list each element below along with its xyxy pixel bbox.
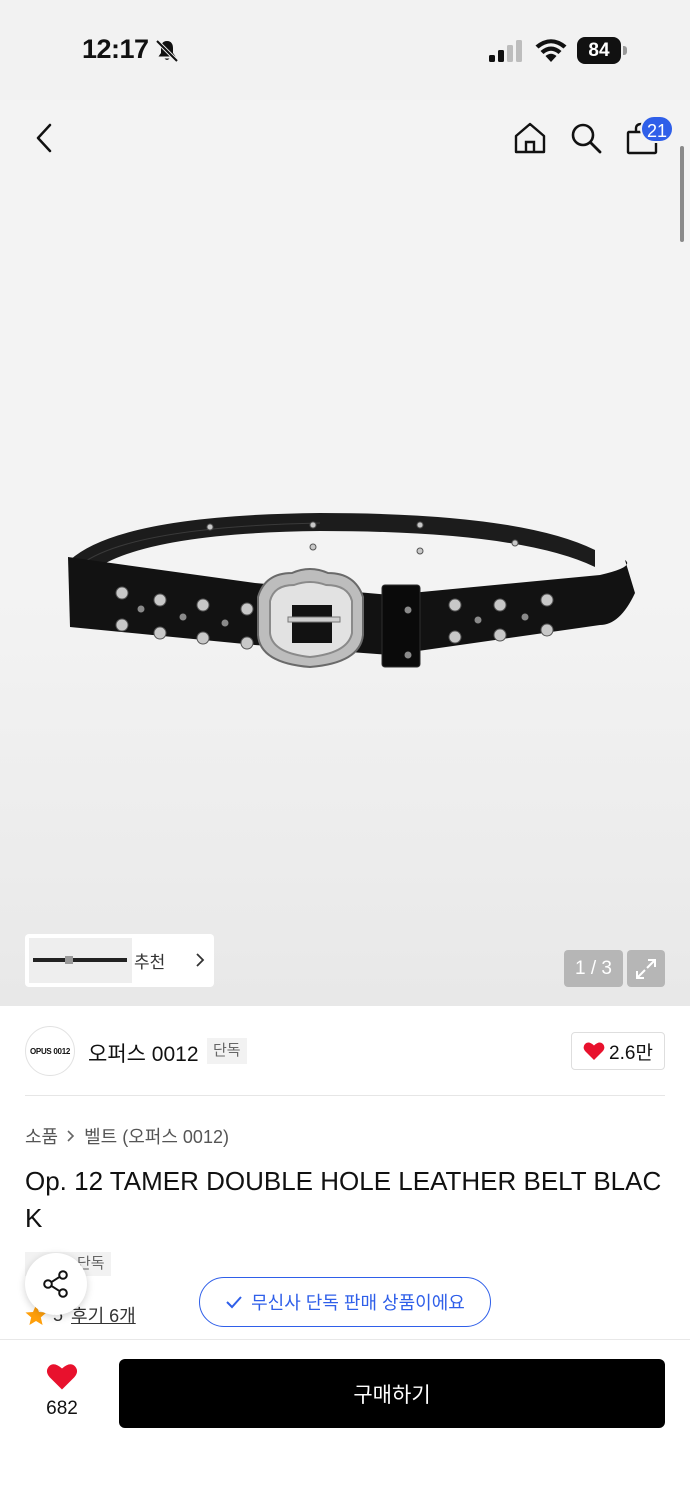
recommend-label: 추천 <box>134 953 166 972</box>
back-chevron-icon <box>36 123 52 153</box>
exclusive-notice-pill: 무신사 단독 판매 상품이에요 <box>199 1277 491 1327</box>
chevron-right-icon <box>196 953 205 967</box>
battery-indicator: 84 <box>577 37 627 64</box>
product-image[interactable] <box>60 505 640 675</box>
battery-cap <box>623 46 627 55</box>
cart-count-badge: 21 <box>640 115 675 143</box>
product-like-count: 682 <box>46 1398 78 1419</box>
recommend-thumbnail <box>29 938 132 983</box>
chevron-right-icon <box>67 1130 75 1142</box>
review-count-link[interactable]: 후기 6개 <box>71 1302 136 1328</box>
wifi-icon <box>535 39 567 62</box>
share-icon <box>43 1270 68 1298</box>
cellular-signal-icon <box>489 40 522 62</box>
battery-level: 84 <box>577 37 621 64</box>
product-gallery[interactable]: 21 추천 1 / 3 <box>0 100 690 1006</box>
belt-thumbnail-image <box>33 956 127 964</box>
status-time: 12:17 <box>82 34 149 64</box>
check-icon <box>226 1296 242 1309</box>
breadcrumb-subcategory[interactable]: 벨트 (오퍼스 0012) <box>84 1123 229 1149</box>
brand-name[interactable]: 오퍼스 0012 <box>88 1038 199 1068</box>
heart-icon <box>46 1364 78 1390</box>
product-like-button[interactable]: 682 <box>28 1362 96 1420</box>
scrollbar[interactable] <box>680 146 684 242</box>
exclusive-notice-text: 무신사 단독 판매 상품이에요 <box>251 1293 465 1313</box>
divider <box>25 1095 665 1096</box>
breadcrumb-category[interactable]: 소품 <box>25 1123 58 1149</box>
home-button[interactable] <box>508 116 552 160</box>
back-button[interactable] <box>22 116 66 160</box>
image-page-counter: 1 / 3 <box>564 950 623 987</box>
brand-like-count: 2.6만 <box>609 1042 653 1064</box>
home-icon <box>514 122 546 154</box>
breadcrumb: 소품 벨트 (오퍼스 0012) <box>25 1123 229 1149</box>
heart-icon <box>583 1042 605 1060</box>
bell-slash-icon <box>155 39 179 63</box>
recommend-chip[interactable]: 추천 <box>25 934 214 987</box>
product-title: Op. 12 TAMER DOUBLE HOLE LEATHER BELT BL… <box>25 1166 662 1233</box>
expand-icon <box>636 958 656 979</box>
search-button[interactable] <box>564 116 608 160</box>
search-icon <box>571 123 602 154</box>
share-button[interactable] <box>25 1253 87 1315</box>
brand-like-button[interactable]: 2.6만 <box>571 1032 665 1070</box>
brand-logo[interactable]: OPUS 0012 <box>25 1026 75 1076</box>
buy-button[interactable]: 구매하기 <box>119 1359 665 1428</box>
expand-image-button[interactable] <box>627 950 665 987</box>
brand-exclusive-tag: 단독 <box>207 1038 247 1064</box>
status-bar: 12:17 84 <box>0 0 690 100</box>
bottom-action-bar: 682 구매하기 <box>0 1339 690 1500</box>
